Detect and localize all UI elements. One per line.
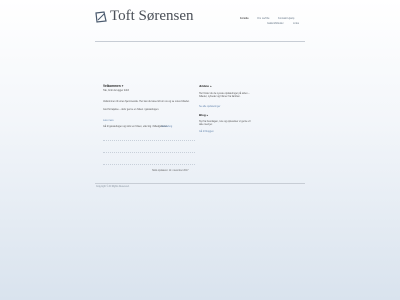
welcome-text-1: Velkommen til vores hjemmeside. Her kan …	[103, 100, 190, 103]
nav-item-kontakt[interactable]: Kontakt Hjælp	[278, 17, 294, 20]
content-divider-3	[103, 164, 195, 165]
nav-item-galleri[interactable]: Galleri/billeder	[267, 22, 284, 25]
copyright-text: Copyright © All Rights Reserved.	[96, 186, 130, 188]
sidebar-heading-blog: Blog »	[199, 113, 209, 117]
main-content: Velkommen » Tak, fordi du kigger forbi! …	[103, 84, 197, 174]
nav-item-om-os[interactable]: Om os/Ole	[257, 17, 269, 20]
logo-icon	[95, 11, 107, 23]
site-title[interactable]: Toft Sørensen	[110, 8, 194, 25]
footer-divider	[95, 183, 305, 184]
nav-item-links[interactable]: Links	[293, 22, 299, 25]
sidebar: Ældste » Her finder du de nyeste opdater…	[199, 84, 259, 144]
welcome-heading: Velkommen »	[103, 84, 124, 88]
content-divider-1	[103, 140, 195, 141]
nav-item-forside[interactable]: Forside	[240, 17, 249, 20]
site-header: Toft Sørensen Forside Om os/Ole Kontakt …	[95, 8, 305, 42]
main-nav: Forside Om os/Ole Kontakt Hjælp Galleri/…	[233, 17, 305, 37]
read-more-link[interactable]: Læs mere	[103, 119, 195, 122]
welcome-intro: Tak, fordi du kigger forbi!	[103, 89, 130, 92]
sidebar-blog-link[interactable]: Gå til bloggen	[199, 130, 251, 133]
sidebar-heading-updates: Ældste »	[199, 84, 212, 88]
content-divider-2	[103, 152, 195, 153]
sidebar-blog-text: Nyt fra hverdagen, ture og oplevelser vi…	[199, 120, 251, 126]
sidebar-updates-text: Her finder du de nyeste opdateringer på …	[199, 92, 250, 98]
sidebar-updates-link[interactable]: Se alle opdateringer	[199, 105, 251, 108]
guestbook-link[interactable]: Gæstebog	[161, 125, 191, 128]
last-updated: Sidst opdateret: 12. november 2017	[152, 170, 189, 172]
welcome-text-2: God fornøjelse – skriv gerne en hilsen i…	[103, 108, 160, 111]
header-divider	[95, 41, 305, 42]
